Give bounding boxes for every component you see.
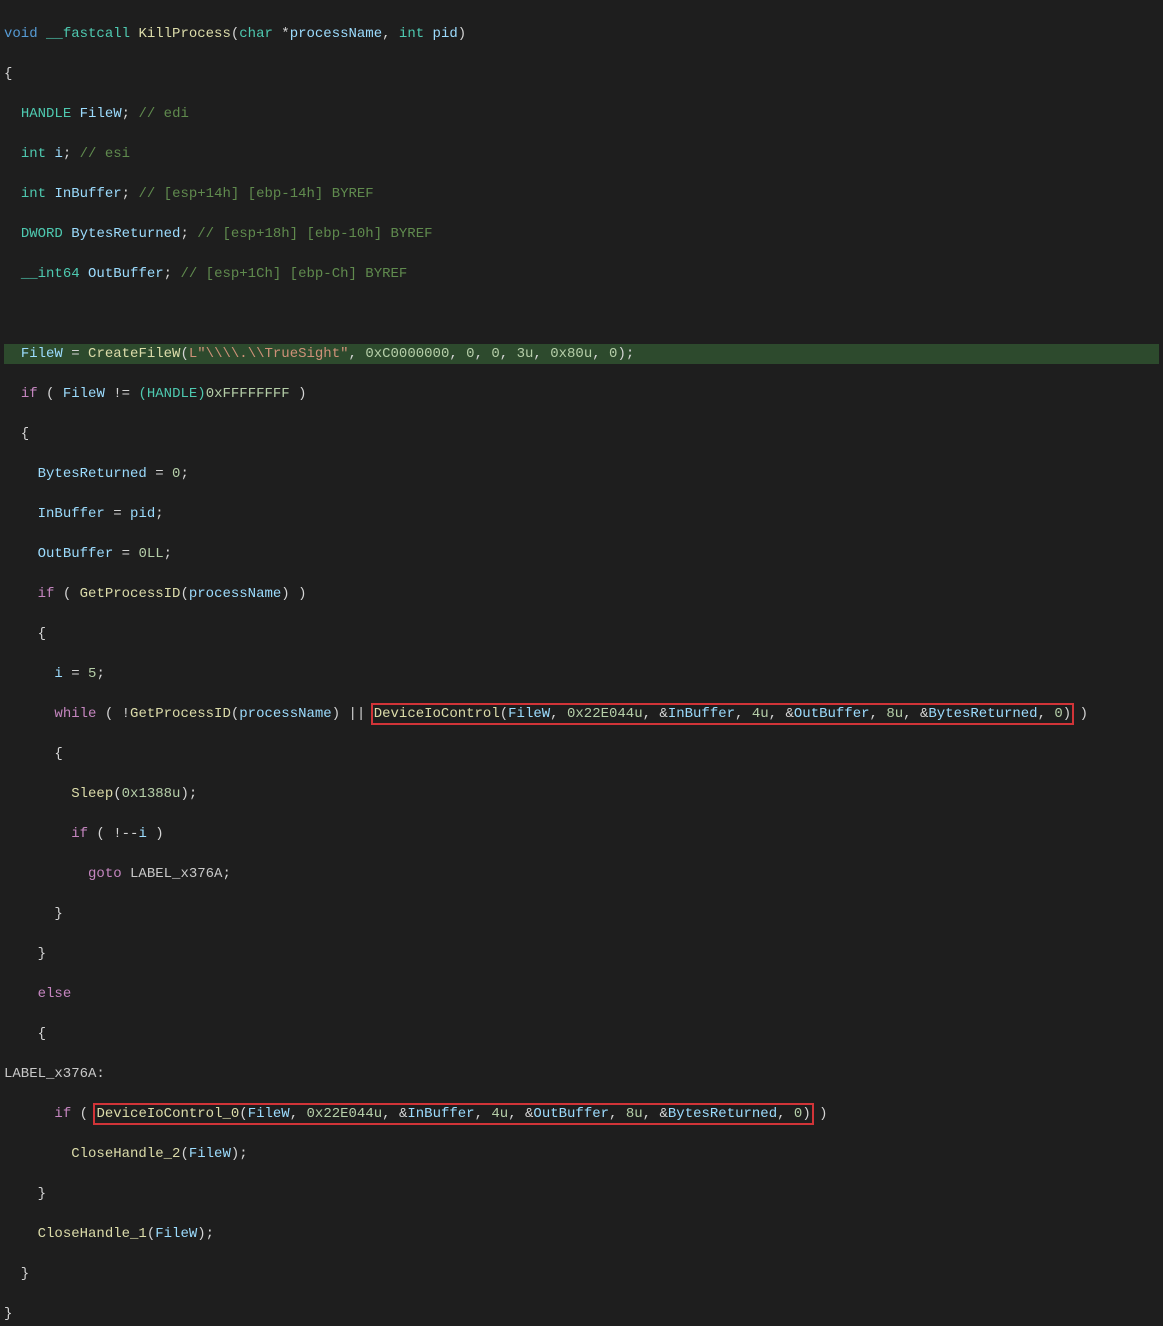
keyword-void: void xyxy=(4,26,38,42)
keyword-fastcall: __fastcall xyxy=(46,26,130,42)
code-line: while ( !GetProcessID(processName) || De… xyxy=(4,704,1159,724)
code-line: if ( DeviceIoControl_0(FileW, 0x22E044u,… xyxy=(4,1104,1159,1124)
comment: // [esp+1Ch] [ebp-Ch] BYREF xyxy=(180,266,407,282)
code-line: DWORD BytesReturned; // [esp+18h] [ebp-1… xyxy=(4,224,1159,244)
comment: // edi xyxy=(138,106,188,122)
param-pid: pid xyxy=(433,26,458,42)
code-line: __int64 OutBuffer; // [esp+1Ch] [ebp-Ch]… xyxy=(4,264,1159,284)
code-line: { xyxy=(4,1024,1159,1044)
code-line: i = 5; xyxy=(4,664,1159,684)
comment: // esi xyxy=(80,146,130,162)
code-line: LABEL_x376A: xyxy=(4,1064,1159,1084)
code-line: if ( GetProcessID(processName) ) xyxy=(4,584,1159,604)
code-line: void __fastcall KillProcess(char *proces… xyxy=(4,24,1159,44)
code-line: if ( FileW != (HANDLE)0xFFFFFFFF ) xyxy=(4,384,1159,404)
code-line: BytesReturned = 0; xyxy=(4,464,1159,484)
code-line: int InBuffer; // [esp+14h] [ebp-14h] BYR… xyxy=(4,184,1159,204)
string-literal: "\\\\.\\TrueSight" xyxy=(197,346,348,362)
highlighted-call-1: DeviceIoControl(FileW, 0x22E044u, &InBuf… xyxy=(372,704,1073,724)
code-line: { xyxy=(4,744,1159,764)
highlighted-call-2: DeviceIoControl_0(FileW, 0x22E044u, &InB… xyxy=(94,1104,812,1124)
code-line: Sleep(0x1388u); xyxy=(4,784,1159,804)
code-line: { xyxy=(4,64,1159,84)
code-line: } xyxy=(4,1304,1159,1324)
func-deviceiocontrol0: DeviceIoControl_0 xyxy=(96,1106,239,1122)
func-deviceiocontrol: DeviceIoControl xyxy=(374,706,500,722)
comment: // [esp+18h] [ebp-10h] BYREF xyxy=(197,226,432,242)
code-line: InBuffer = pid; xyxy=(4,504,1159,524)
code-line: CloseHandle_2(FileW); xyxy=(4,1144,1159,1164)
code-line: int i; // esi xyxy=(4,144,1159,164)
code-line: { xyxy=(4,624,1159,644)
function-name: KillProcess xyxy=(138,26,230,42)
code-line: if ( !--i ) xyxy=(4,824,1159,844)
label-x376a: LABEL_x376A: xyxy=(4,1066,105,1082)
code-line: } xyxy=(4,1264,1159,1284)
param-processname: processName xyxy=(290,26,382,42)
code-line: CloseHandle_1(FileW); xyxy=(4,1224,1159,1244)
code-line: } xyxy=(4,904,1159,924)
code-line: OutBuffer = 0LL; xyxy=(4,544,1159,564)
func-createfilew: CreateFileW xyxy=(88,346,180,362)
code-line: } xyxy=(4,944,1159,964)
code-line xyxy=(4,304,1159,324)
code-view[interactable]: void __fastcall KillProcess(char *proces… xyxy=(0,0,1163,1326)
keyword-char: char xyxy=(239,26,273,42)
code-line: } xyxy=(4,1184,1159,1204)
code-line: { xyxy=(4,424,1159,444)
code-line-highlighted: FileW = CreateFileW(L"\\\\.\\TrueSight",… xyxy=(4,344,1159,364)
code-line: else xyxy=(4,984,1159,1004)
code-line: goto LABEL_x376A; xyxy=(4,864,1159,884)
comment: // [esp+14h] [ebp-14h] BYREF xyxy=(138,186,373,202)
code-line: HANDLE FileW; // edi xyxy=(4,104,1159,124)
